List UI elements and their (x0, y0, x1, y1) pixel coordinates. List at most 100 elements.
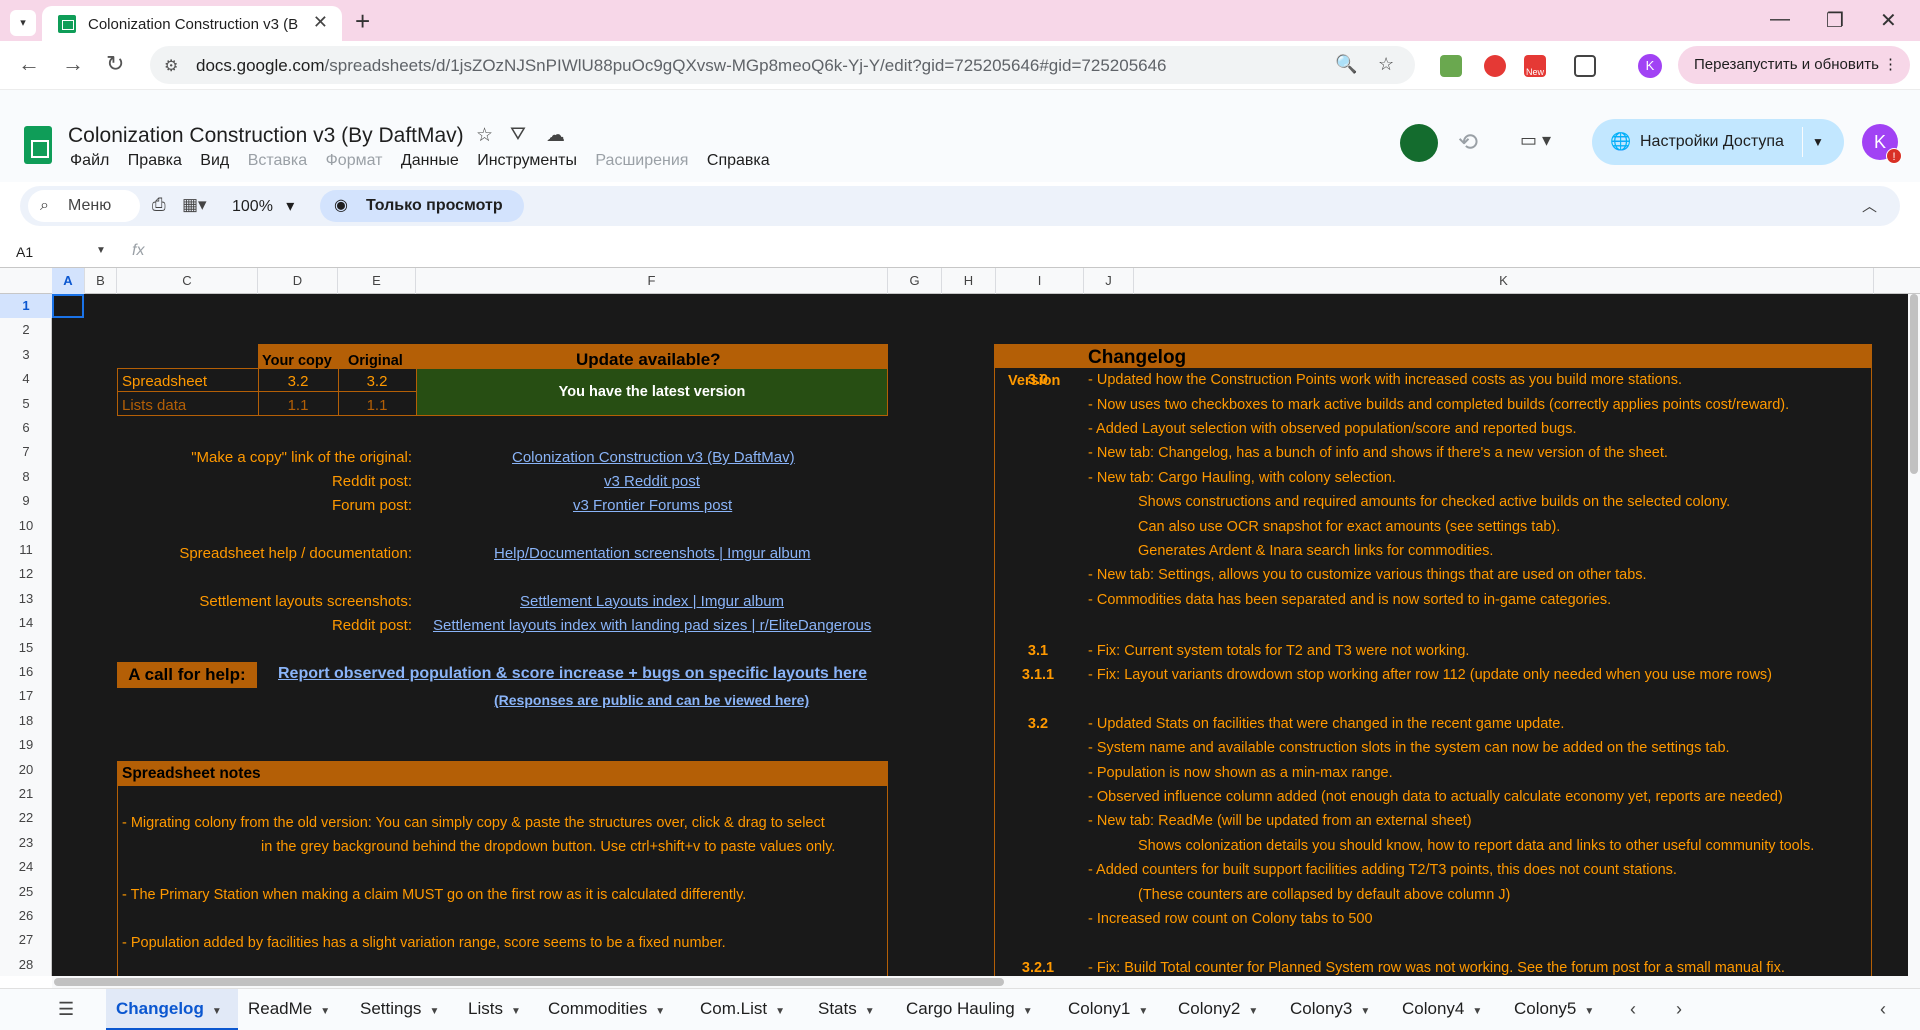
site-info-icon[interactable]: ⚙ (164, 56, 178, 76)
row-header[interactable]: 1 (0, 294, 52, 319)
menu-view[interactable]: Вид (200, 152, 229, 169)
menu-insert[interactable]: Вставка (248, 152, 307, 169)
column-header[interactable]: G (888, 268, 942, 294)
new-tab-button[interactable]: + (355, 6, 370, 37)
sheet-tab[interactable]: Commodities ▼ (538, 989, 690, 1030)
column-header[interactable]: C (117, 268, 258, 294)
column-header[interactable]: A (52, 268, 85, 294)
all-sheets-menu-icon[interactable]: ☰ (58, 999, 74, 1020)
row-header[interactable]: 19 (0, 733, 52, 757)
row-header[interactable]: 16 (0, 660, 52, 684)
browser-profile-avatar[interactable]: K (1638, 54, 1662, 78)
sheet-tab-dropdown-icon[interactable]: ▼ (212, 1006, 222, 1017)
version-history-icon[interactable]: ⟲ (1458, 128, 1478, 157)
print-icon[interactable]: ⎙ (152, 195, 166, 215)
share-button[interactable]: 🌐 Настройки Доступа ▼ (1592, 119, 1844, 165)
menu-edit[interactable]: Правка (128, 152, 182, 169)
collapse-toolbar-icon[interactable]: ︿ (1862, 195, 1877, 216)
row-header[interactable]: 10 (0, 514, 52, 538)
menu-format[interactable]: Формат (326, 152, 383, 169)
layouts-link[interactable]: Settlement Layouts index | Imgur album (520, 593, 784, 610)
column-header[interactable]: J (1084, 268, 1134, 294)
sheet-tab-dropdown-icon[interactable]: ▼ (1023, 1006, 1033, 1017)
omnibox[interactable]: ⚙ docs.google.com/spreadsheets/d/1jsZOzN… (150, 46, 1415, 84)
paint-format-icon[interactable]: ▦▾ (182, 195, 207, 215)
account-avatar[interactable]: K! (1862, 124, 1902, 164)
column-header[interactable]: B (85, 268, 117, 294)
row-header[interactable]: 22 (0, 806, 52, 830)
document-title[interactable]: Colonization Construction v3 (By DaftMav… (68, 124, 464, 148)
column-header[interactable]: K (1134, 268, 1874, 294)
url-text[interactable]: docs.google.com/spreadsheets/d/1jsZOzNJS… (196, 56, 1167, 76)
row-header[interactable]: 15 (0, 636, 52, 660)
sheet-tab-dropdown-icon[interactable]: ▼ (1248, 1006, 1258, 1017)
bookmark-star-icon[interactable]: ☆ (1378, 54, 1394, 75)
copy-link[interactable]: Colonization Construction v3 (By DaftMav… (512, 449, 795, 466)
row-header[interactable]: 11 (0, 538, 52, 562)
browser-tab[interactable]: Colonization Construction v3 (B ✕ (42, 6, 342, 41)
zoom-search-icon[interactable]: 🔍 (1335, 54, 1357, 75)
sheet-tab-dropdown-icon[interactable]: ▼ (1472, 1006, 1482, 1017)
spreadsheet-grid[interactable]: Your copy Original Update available? You… (52, 294, 1910, 976)
vertical-scroll-thumb[interactable] (1910, 294, 1918, 474)
help-link[interactable]: Help/Documentation screenshots | Imgur a… (494, 545, 811, 562)
sheet-tab[interactable]: Stats ▼ (808, 989, 896, 1030)
sheet-tab[interactable]: Settings ▼ (350, 989, 458, 1030)
row-header[interactable]: 3 (0, 343, 52, 367)
row-header[interactable]: 14 (0, 611, 52, 635)
extensions-puzzle-icon[interactable] (1574, 55, 1596, 77)
column-header[interactable]: E (338, 268, 416, 294)
sheet-tab[interactable]: Lists ▼ (458, 989, 538, 1030)
reddit-link[interactable]: v3 Reddit post (604, 473, 700, 490)
more-vert-icon[interactable]: ⋮ (1883, 46, 1898, 84)
collapse-side-panel-icon[interactable]: ‹ (1880, 999, 1886, 1020)
row-header[interactable]: 12 (0, 562, 52, 586)
meet-camera-icon[interactable]: ▭ ▾ (1520, 130, 1551, 151)
sheet-tab-dropdown-icon[interactable]: ▼ (320, 1006, 330, 1017)
horizontal-scroll-thumb[interactable] (54, 978, 1004, 986)
row-header[interactable]: 2 (0, 318, 52, 342)
sheet-tab-dropdown-icon[interactable]: ▼ (511, 1006, 521, 1017)
reload-icon[interactable]: ↻ (106, 51, 124, 77)
back-icon[interactable]: ← (18, 51, 40, 77)
scroll-tabs-right-icon[interactable]: › (1676, 999, 1682, 1020)
report-link[interactable]: Report observed population & score incre… (278, 665, 867, 683)
column-header[interactable]: H (942, 268, 996, 294)
column-header[interactable]: I (996, 268, 1084, 294)
row-header[interactable]: 18 (0, 709, 52, 733)
opera-extension-icon[interactable] (1484, 55, 1506, 77)
row-header[interactable]: 8 (0, 465, 52, 489)
menu-data[interactable]: Данные (401, 152, 459, 169)
menu-search-input[interactable]: ⌕ Меню (28, 190, 140, 222)
name-box[interactable]: A1 (16, 244, 33, 260)
sheet-tab[interactable]: Colony3 ▼ (1280, 989, 1392, 1030)
minimize-window-icon[interactable]: — (1770, 8, 1790, 31)
view-only-button[interactable]: ◉ Только просмотр (320, 190, 524, 222)
close-window-icon[interactable]: ✕ (1880, 8, 1897, 33)
row-header[interactable]: 6 (0, 416, 52, 440)
row-header[interactable]: 28 (0, 953, 52, 977)
sheet-tab-dropdown-icon[interactable]: ▼ (429, 1006, 439, 1017)
extension-icon[interactable] (1440, 55, 1462, 77)
sheet-tab-dropdown-icon[interactable]: ▼ (1360, 1006, 1370, 1017)
close-tab-icon[interactable]: ✕ (313, 12, 328, 33)
menu-tools[interactable]: Инструменты (477, 152, 577, 169)
sheet-tab-dropdown-icon[interactable]: ▼ (865, 1006, 875, 1017)
menu-file[interactable]: Файл (70, 152, 109, 169)
meet-activity-icon[interactable] (1400, 124, 1438, 162)
forum-link[interactable]: v3 Frontier Forums post (573, 497, 732, 514)
selected-cell-a1[interactable] (52, 294, 84, 318)
relaunch-update-button[interactable]: Перезапустить и обновить ⋮ (1678, 46, 1910, 84)
column-header[interactable]: F (416, 268, 888, 294)
sheet-tab-dropdown-icon[interactable]: ▼ (1138, 1006, 1148, 1017)
sheet-tab-dropdown-icon[interactable]: ▼ (1584, 1006, 1594, 1017)
sheet-tab[interactable]: ReadMe ▼ (238, 989, 350, 1030)
menu-help[interactable]: Справка (707, 152, 770, 169)
row-header[interactable]: 27 (0, 928, 52, 952)
new-extension-icon[interactable]: New (1524, 55, 1546, 77)
share-dropdown-icon[interactable]: ▼ (1812, 119, 1824, 165)
sheet-tab[interactable]: Colony2 ▼ (1168, 989, 1280, 1030)
sheets-logo-icon[interactable] (24, 126, 52, 164)
cloud-status-icon[interactable]: ☁ (546, 124, 565, 147)
star-icon[interactable]: ☆ (476, 124, 493, 147)
